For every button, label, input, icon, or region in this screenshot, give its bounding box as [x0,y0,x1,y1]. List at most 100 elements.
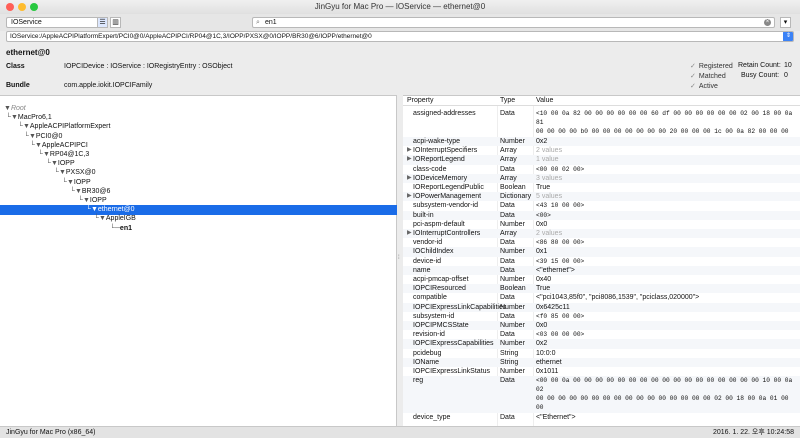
property-row[interactable]: built-in Data <00> [403,210,800,220]
property-row[interactable]: acpi-pmcap-offset Number 0x40 [403,275,800,284]
property-type: Data [500,377,515,385]
property-type: Data [500,202,515,210]
property-name: IOPCIExpressLinkStatus [413,368,491,375]
property-value: 0x6425c11 [536,303,570,311]
disclosure-triangle-icon[interactable]: ▶ [407,174,412,183]
property-row[interactable]: vendor-id Data <86 80 00 00> [403,238,800,247]
property-row[interactable]: pcidebug String 10:0:0 [403,349,800,358]
property-row[interactable]: subsystem-vendor-id Data <43 10 00 00> [403,201,800,210]
property-row[interactable]: IOPCIExpressLinkStatus Number 0x1011 [403,367,800,376]
clear-search-icon[interactable]: × [764,19,771,26]
property-name: IOPCIPMCSState [413,322,469,329]
column-header-type[interactable]: Type [500,96,515,106]
tree-node-label: PCI0@0 [35,132,63,140]
property-type: Data [500,312,515,320]
retain-count-label: Retain Count: [738,62,781,69]
property-row[interactable]: class-code Data <00 00 02 00> [403,165,800,174]
title-bar: JinGyu for Mac Pro — IOService — etherne… [0,0,800,14]
property-row[interactable]: reg Data <00 00 0a 00 00 00 00 00 00 00 00… [403,376,800,414]
property-value: 3 values [536,174,563,182]
property-name: IODeviceMemory [413,174,468,182]
tree-node-label: AppleACPIPlatformExpert [29,123,111,131]
disclosure-triangle-icon[interactable]: ▶ [407,146,412,155]
property-name: IOChildIndex [413,248,454,256]
property-type: Array [500,230,517,237]
property-row[interactable]: assigned-addresses Data <10 00 0a 82 00 00… [403,109,800,137]
property-row[interactable]: IOReportLegendPublic Boolean True [403,183,800,192]
property-row[interactable]: ▶ IOInterruptControllers Array 2 values [403,229,800,239]
property-value: 0x0 [536,220,548,228]
property-row[interactable]: device_type Data <"Ethernet"> [403,413,800,422]
property-type: Data [500,331,515,339]
registry-tree[interactable]: ▼ Root └▼ MacPro6,1 └▼ AppleACPIPlatformEx… [0,95,397,426]
search-options-button[interactable]: ▾ [780,17,791,28]
property-name: built-in [413,211,434,219]
property-row[interactable]: compatible Data <"pci1043,85f0", "pci8086,… [403,293,800,302]
toolbar: IOService ⇕ ☰ ▥ ⌕ en1 × ▾ [0,14,800,31]
path-field[interactable]: IOService:/AppleACPIPlatformExpert/PCI0@… [6,31,794,42]
property-name: IOReportLegend [413,156,465,164]
property-value: <39 15 00 00> [536,257,585,265]
property-name: assigned-addresses [413,110,476,117]
column-header-property[interactable]: Property [407,96,433,106]
property-type: Dictionary [500,193,532,201]
property-name: pci-aspm-default [413,220,465,228]
tree-node-label: BR30@6 [81,187,111,195]
property-row[interactable]: IOName String ethernet [403,357,800,367]
property-name: revision-id [413,331,445,339]
property-type: Data [500,165,515,173]
disclosure-triangle-icon[interactable]: ▶ [407,155,412,164]
property-value: 0x40 [536,276,552,283]
property-row[interactable]: ▶ IOInterruptSpecifiers Array 2 values [403,146,800,155]
disclosure-triangle-icon[interactable]: ▶ [407,229,412,238]
property-row[interactable]: name Data <"ethernet"> [403,265,800,275]
property-value: <00> [536,211,551,219]
property-value: <03 00 00 00> [536,331,585,339]
tree-node[interactable]: └─ en1 [0,224,397,234]
property-row[interactable]: subsystem-id Data <f0 85 00 00> [403,312,800,321]
property-row[interactable]: ▶ IOPowerManagement Dictionary 5 values [403,192,800,202]
property-name: IOPCIExpressCapabilities [413,340,494,348]
disclosure-triangle-icon[interactable]: ▶ [407,192,412,201]
property-row[interactable]: acpi-wake-type Number 0x2 [403,137,800,147]
property-row[interactable]: IOPCIExpressCapabilities Number 0x2 [403,339,800,349]
property-type: Array [500,147,517,155]
property-row[interactable]: IOPCIPMCSState Number 0x0 [403,321,800,331]
property-value: True [536,184,551,191]
minimize-window-button[interactable] [18,3,26,11]
checkmark-icon: ✓ [690,63,696,70]
plane-select[interactable]: IOService ⇕ [6,17,108,28]
property-name: IOInterruptControllers [413,230,481,237]
busy-count-value: 0 [784,72,788,79]
bundle-value: com.apple.iokit.IOPCIFamily [64,82,153,89]
list-view-button[interactable]: ☰ [97,17,108,28]
property-type: Array [500,156,517,164]
property-row[interactable]: ▶ IOReportLegend Array 1 value [403,155,800,165]
close-window-button[interactable] [6,3,14,11]
property-type: Number [500,303,525,311]
property-row[interactable]: device-id Data <39 15 00 00> [403,257,800,266]
status-left: JinGyu for Mac Pro (x86_64) [6,429,96,436]
column-header-value[interactable]: Value [536,96,553,106]
property-name: IOPCIResourced [413,285,466,293]
property-row[interactable]: IOPCIResourced Boolean True [403,284,800,294]
property-row[interactable]: IOChildIndex Number 0x1 [403,247,800,257]
class-label: Class [6,63,25,70]
property-row[interactable]: pci-aspm-default Number 0x0 [403,220,800,229]
property-row[interactable]: revision-id Data <03 00 00 00> [403,330,800,339]
property-name: reg [413,377,424,385]
status-bar: JinGyu for Mac Pro (x86_64) 2016. 1. 22.… [0,426,800,438]
property-type: String [500,349,519,357]
zoom-window-button[interactable] [30,3,38,11]
tree-node-label: ethernet@0 [97,206,135,214]
property-name: pcidebug [413,349,442,357]
search-field[interactable]: ⌕ en1 × [252,17,775,28]
checkmark-icon: ✓ [690,83,696,90]
property-row[interactable]: ▶ IODeviceMemory Array 3 values [403,173,800,183]
column-view-button[interactable]: ▥ [110,17,121,28]
tree-node-label: PXSX@0 [65,169,96,177]
property-value: 1 value [536,156,559,164]
search-value: en1 [265,19,277,26]
property-row[interactable]: IOPCIExpressLinkCapabilities Number 0x6425… [403,302,800,312]
property-value: <00 00 02 00> [536,165,585,173]
